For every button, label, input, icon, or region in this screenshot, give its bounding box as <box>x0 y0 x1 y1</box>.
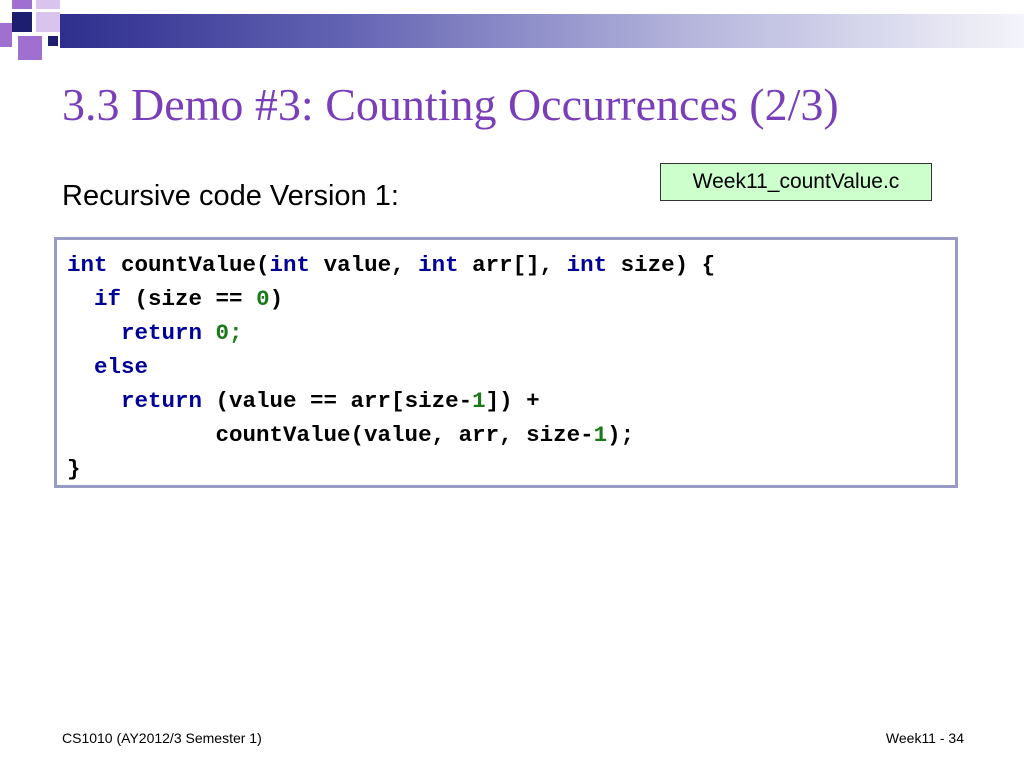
code-line-2: if (size == 0) <box>67 282 955 316</box>
decorative-square-lilac-top <box>36 0 60 9</box>
code-line-7: } <box>67 452 955 486</box>
decorative-square-purple-top <box>12 0 32 9</box>
code-text: } <box>67 456 81 482</box>
slide-title: 3.3 Demo #3: Counting Occurrences (2/3) <box>62 79 839 130</box>
code-line-4: else <box>67 350 955 384</box>
code-line-6: countValue(value, arr, size-1); <box>67 418 955 452</box>
code-text: (value == arr[size- <box>202 388 473 414</box>
code-text: ); <box>607 422 635 448</box>
code-line-3: return 0; <box>67 316 955 350</box>
code-text: arr[], <box>458 252 567 278</box>
code-keyword: int <box>566 252 608 278</box>
code-keyword: return <box>121 388 203 414</box>
decorative-square-purple <box>18 36 42 60</box>
decorative-square-lilac <box>36 12 60 32</box>
code-number: 0 <box>256 286 270 312</box>
code-block: int countValue(int value, int arr[], int… <box>54 237 958 488</box>
code-number: 1 <box>593 422 608 448</box>
filename-label: Week11_countValue.c <box>660 163 932 201</box>
code-line-1: int countValue(int value, int arr[], int… <box>67 248 955 282</box>
footer-course: CS1010 (AY2012/3 Semester 1) <box>62 730 262 746</box>
code-keyword: int <box>269 252 311 278</box>
code-number: 0; <box>215 320 243 346</box>
code-text: countValue( <box>107 252 270 278</box>
code-text: (size == <box>121 286 257 312</box>
code-text: size) { <box>607 252 716 278</box>
slide-subtitle: Recursive code Version 1: <box>62 180 399 212</box>
code-text: value, <box>310 252 419 278</box>
decorative-square-navy-small <box>48 36 58 46</box>
code-text: ]) + <box>485 388 540 414</box>
footer-page-number: Week11 - 34 <box>885 730 964 746</box>
header-gradient-bar <box>60 14 1024 48</box>
code-keyword: int <box>418 252 459 278</box>
code-keyword: if <box>94 286 122 312</box>
code-line-5: return (value == arr[size-1]) + <box>67 384 955 418</box>
code-text: countValue(value, arr, size- <box>215 422 594 448</box>
code-keyword: else <box>94 354 149 380</box>
code-keyword: int <box>67 252 108 278</box>
code-keyword: return <box>121 320 203 346</box>
code-text: ) <box>269 286 284 312</box>
decorative-square-purple-left <box>0 23 12 47</box>
code-number: 1 <box>472 388 486 414</box>
decorative-square-navy <box>12 12 32 32</box>
